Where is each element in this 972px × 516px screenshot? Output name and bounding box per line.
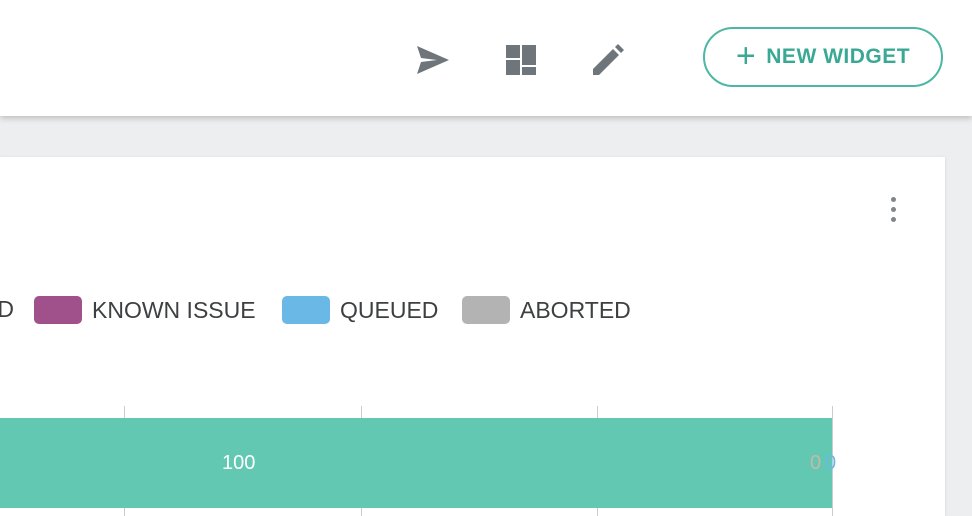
legend-swatch-aborted — [462, 296, 510, 324]
legend-item-clipped[interactable]: D — [0, 295, 14, 325]
new-widget-button[interactable]: + NEW WIDGET — [703, 27, 943, 87]
legend-label-queued: QUEUED — [340, 296, 439, 323]
legend-label-aborted: ABORTED — [520, 296, 631, 323]
new-widget-label: NEW WIDGET — [766, 45, 911, 68]
plus-icon: + — [735, 36, 757, 75]
send-icon[interactable] — [412, 40, 452, 80]
zero-label: 0 — [825, 452, 837, 474]
zero-label: 0 — [810, 452, 822, 474]
bar-value-label: 100 — [222, 452, 256, 474]
top-toolbar: + NEW WIDGET — [0, 0, 972, 116]
legend-label-known-issue: KNOWN ISSUE — [92, 296, 256, 323]
legend-swatch-known-issue — [34, 296, 82, 324]
legend-item-queued[interactable]: QUEUED — [282, 295, 438, 325]
legend-item-known-issue[interactable]: KNOWN ISSUE — [34, 295, 256, 325]
legend-label-clipped: D — [0, 296, 14, 322]
more-vertical-icon[interactable] — [878, 192, 908, 228]
passed-bar[interactable] — [0, 418, 832, 508]
legend-item-aborted[interactable]: ABORTED — [462, 295, 631, 325]
legend-swatch-queued — [282, 296, 330, 324]
edit-icon[interactable] — [588, 40, 628, 80]
dashboard-icon[interactable] — [501, 40, 541, 80]
